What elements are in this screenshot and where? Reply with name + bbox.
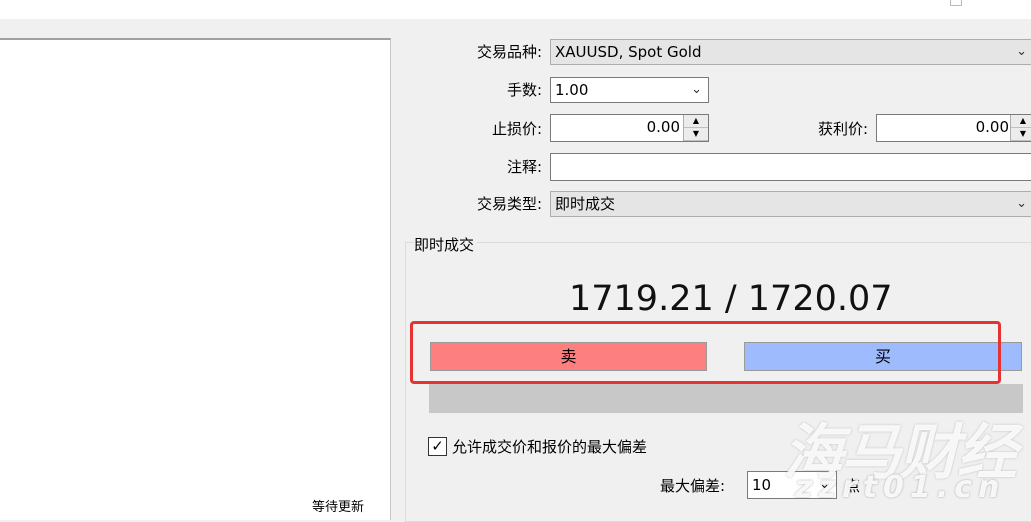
allow-deviation-label: 允许成交价和报价的最大偏差	[452, 438, 648, 456]
max-deviation-label: 最大偏差:	[660, 477, 726, 495]
takeprofit-value: 0.00	[975, 118, 1009, 136]
price-quote: 1719.21 / 1720.07	[569, 279, 893, 319]
order-type-value: 即时成交	[555, 195, 616, 213]
volume-combo[interactable]: 1.00 ⌄	[550, 77, 709, 103]
stoploss-value: 0.00	[646, 118, 680, 136]
type-label: 交易类型:	[476, 195, 542, 213]
max-deviation-value: 10	[752, 476, 772, 494]
allow-deviation-checkbox[interactable]: ✓	[428, 437, 447, 456]
execution-group-title: 即时成交	[414, 234, 478, 255]
symbol-value: XAUUSD, Spot Gold	[555, 43, 702, 61]
order-type-select[interactable]: 即时成交 ⌄	[550, 191, 1031, 217]
chevron-down-icon: ⌄	[1016, 196, 1027, 211]
arrow-up-icon[interactable]: ▲	[684, 115, 708, 128]
highlight-box	[410, 321, 1001, 384]
stoploss-spinner[interactable]: 0.00 ▲ ▼	[550, 114, 709, 142]
comment-input[interactable]	[550, 153, 1031, 181]
arrow-up-icon[interactable]: ▲	[1011, 115, 1031, 128]
stoploss-label: 止损价:	[491, 120, 542, 138]
volume-label: 手数:	[506, 81, 542, 99]
arrow-down-icon[interactable]: ▼	[1011, 128, 1031, 141]
watermark-url: zzrt01.cn	[795, 470, 1006, 505]
takeprofit-spinner[interactable]: 0.00 ▲ ▼	[876, 114, 1031, 142]
chart-panel: 等待更新	[0, 38, 391, 520]
arrow-down-icon[interactable]: ▼	[684, 128, 708, 141]
checkmark-icon: ✓	[431, 437, 444, 455]
takeprofit-label: 获利价:	[817, 120, 868, 138]
symbol-select[interactable]: XAUUSD, Spot Gold ⌄	[550, 39, 1031, 65]
maximize-icon[interactable]	[950, 0, 962, 6]
comment-label: 注释:	[506, 158, 542, 176]
volume-value: 1.00	[555, 81, 589, 99]
symbol-label: 交易品种:	[476, 43, 542, 61]
chevron-down-icon: ⌄	[1016, 44, 1027, 59]
chevron-down-icon[interactable]: ⌄	[691, 78, 702, 102]
title-bar	[0, 0, 1031, 19]
